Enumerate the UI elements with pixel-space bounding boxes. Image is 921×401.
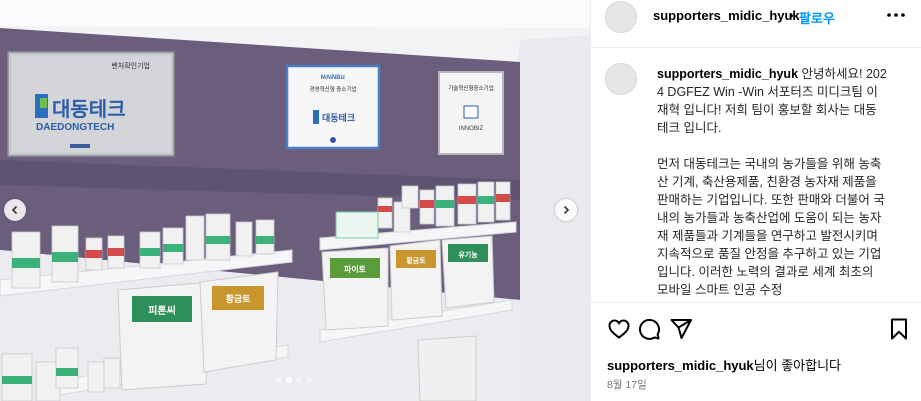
plaque1-company-kr: 대동테크 — [52, 98, 126, 121]
bag-label-3: 파이토 — [344, 264, 367, 274]
plaque1-title: 벤처확인기업 — [111, 61, 150, 70]
chevron-left-icon — [11, 205, 18, 215]
carousel-dot — [296, 377, 302, 383]
bag-label-5: 유기농 — [458, 250, 478, 259]
post-photo: 벤처확인기업 대동테크 DAEDONGTECH MAINBiz 경영혁신형 중소… — [0, 0, 590, 401]
heart-icon[interactable] — [607, 317, 631, 341]
bookmark-icon[interactable] — [887, 317, 911, 341]
more-horizontal-icon[interactable] — [885, 9, 907, 21]
comment-icon[interactable] — [637, 317, 661, 341]
likes-line: supporters_midic_hyuk님이 좋아합니다 — [607, 355, 841, 374]
plaque-daedongtech: 벤처확인기업 대동테크 DAEDONGTECH — [7, 51, 175, 157]
plaque3-brand: INNOBIZ — [459, 126, 484, 132]
likes-suffix: 님이 좋아합니다 — [753, 358, 841, 373]
follow-button[interactable]: 팔로우 — [799, 8, 835, 27]
plaque-innobiz: 기술혁신형중소기업 INNOBIZ — [438, 71, 504, 155]
bag-label-1: 피톤씨 — [148, 304, 176, 317]
carousel-dot-active — [286, 377, 292, 383]
carousel-prev-button[interactable] — [4, 199, 26, 221]
instagram-post-view: 벤처확인기업 대동테크 DAEDONGTECH MAINBiz 경영혁신형 중소… — [0, 0, 921, 401]
plaque1-company-en: DAEDONGTECH — [36, 122, 114, 133]
plaque2-company: 대동테크 — [322, 112, 355, 123]
caption-body: 안녕하세요! 2024 DGFEZ Win -Win 서포터즈 미디크팀 이재혁… — [657, 67, 887, 297]
bag-label-2: 황금토 — [226, 293, 252, 304]
likes-username[interactable]: supporters_midic_hyuk — [607, 358, 754, 373]
carousel-dot — [306, 377, 312, 383]
post-date[interactable]: 8월 17일 — [607, 377, 647, 392]
post-media[interactable]: 벤처확인기업 대동테크 DAEDONGTECH MAINBiz 경영혁신형 중소… — [0, 0, 590, 401]
plaque2-brand: MAINBiz — [321, 75, 345, 81]
post-side-panel: supporters_midic_hyuk • 팔로우 supporters_m… — [590, 0, 921, 401]
plaque3-title: 기술혁신형중소기업 — [448, 84, 494, 92]
avatar[interactable] — [605, 1, 637, 33]
caption-text: supporters_midic_hyuk 안녕하세요! 2024 DGFEZ … — [657, 65, 887, 299]
carousel-dots — [276, 377, 312, 383]
header-username[interactable]: supporters_midic_hyuk — [653, 8, 800, 23]
caption-avatar[interactable] — [605, 63, 637, 95]
plaque2-title: 경영혁신형 중소기업 — [309, 85, 356, 93]
post-header: supporters_midic_hyuk • 팔로우 — [591, 0, 921, 48]
send-icon[interactable] — [669, 317, 693, 341]
plaque-mainbiz: MAINBiz 경영혁신형 중소기업 대동테크 — [285, 64, 381, 150]
separator-dot: • — [789, 8, 794, 23]
carousel-dot — [276, 377, 282, 383]
action-bar — [591, 302, 921, 352]
caption-username[interactable]: supporters_midic_hyuk — [657, 67, 798, 81]
carousel-next-button[interactable] — [555, 199, 577, 221]
chevron-right-icon — [563, 205, 570, 215]
bag-label-4: 황금토 — [406, 256, 426, 265]
caption-section: supporters_midic_hyuk 안녕하세요! 2024 DGFEZ … — [591, 49, 921, 300]
